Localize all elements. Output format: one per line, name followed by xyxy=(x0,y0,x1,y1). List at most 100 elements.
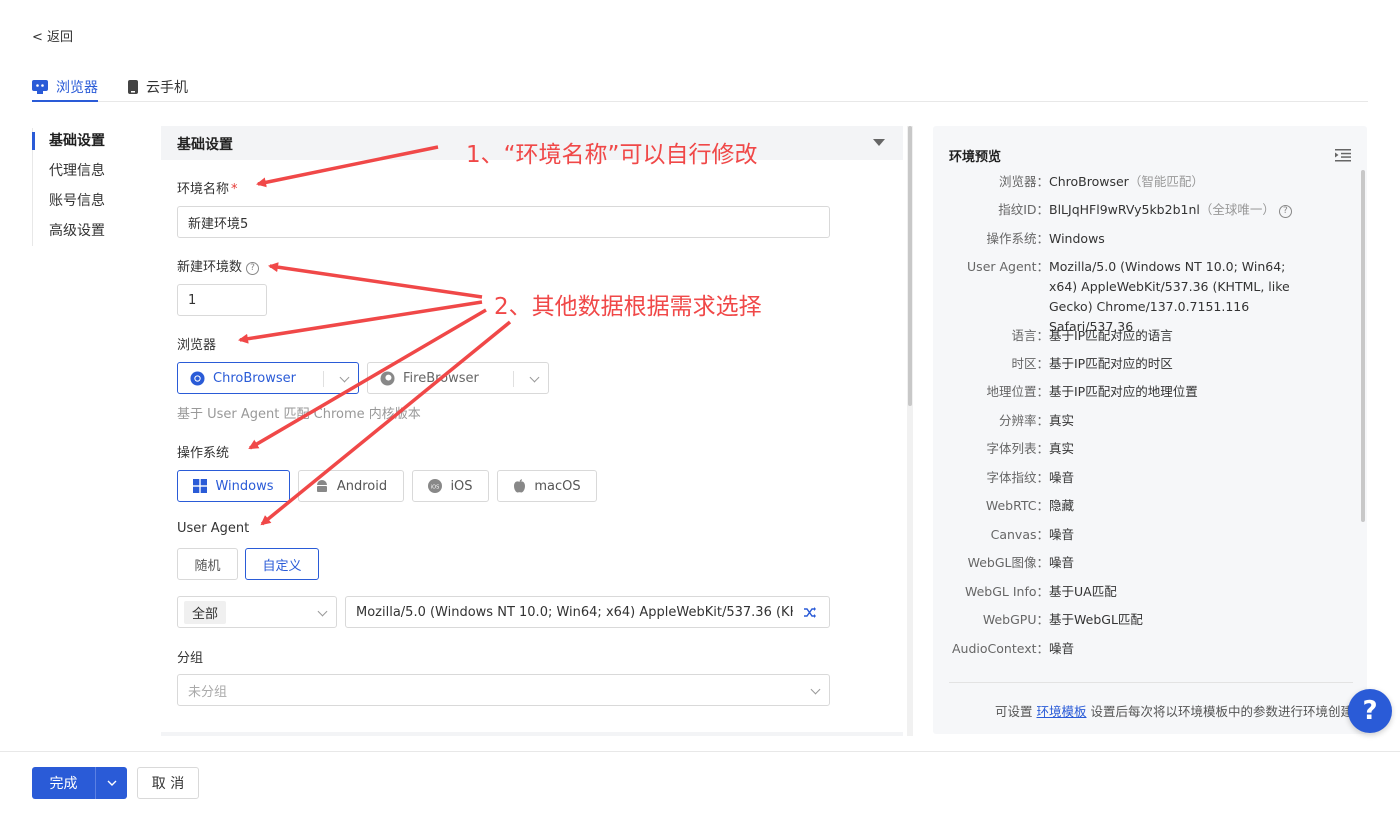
preview-value: 真实 xyxy=(1049,441,1075,456)
menu-indent-icon[interactable] xyxy=(1335,148,1351,162)
ua-string-input[interactable]: Mozilla/5.0 (Windows NT 10.0; Win64; x64… xyxy=(345,596,830,628)
chevron-down-icon[interactable] xyxy=(529,372,540,383)
os-windows-button[interactable]: Windows xyxy=(177,470,290,502)
cancel-button[interactable]: 取 消 xyxy=(137,767,199,799)
shuffle-icon[interactable] xyxy=(803,606,817,619)
windows-icon xyxy=(193,479,208,493)
env-preview-panel: 环境预览 浏览器： ChroBrowser（智能匹配） 指纹ID： BlLJqH… xyxy=(933,126,1367,734)
android-icon xyxy=(316,480,327,492)
help-circle-icon[interactable]: ? xyxy=(246,262,260,275)
os-macos-button[interactable]: macOS xyxy=(497,470,597,502)
browser-option-chrobrowser[interactable]: ChroBrowser xyxy=(177,362,359,394)
preview-key: WebGL Info： xyxy=(964,584,1049,599)
os-option-label: Windows xyxy=(215,478,274,494)
preview-key: 指纹ID： xyxy=(998,202,1049,217)
browser-hint: 基于 User Agent 匹配 Chrome 内核版本 xyxy=(177,407,421,422)
chevron-down-icon[interactable] xyxy=(317,606,328,617)
os-option-label: iOS xyxy=(450,478,473,494)
preview-value: ChroBrowser（智能匹配） xyxy=(1049,174,1204,189)
required-mark: * xyxy=(231,182,238,197)
env-name-input[interactable]: 新建环境5 xyxy=(177,206,830,238)
preview-key: 操作系统： xyxy=(986,231,1049,246)
ua-random-button[interactable]: 随机 xyxy=(177,548,238,580)
preview-key: WebRTC： xyxy=(985,498,1049,513)
preview-scrollbar[interactable] xyxy=(1361,170,1365,522)
nav-item-account[interactable]: 账号信息 xyxy=(33,188,105,218)
tab-browser[interactable]: 浏览器 xyxy=(32,72,98,102)
confirm-dropdown[interactable] xyxy=(95,767,127,799)
group-label: 分组 xyxy=(177,651,204,666)
preview-value: 噪音 xyxy=(1049,527,1075,542)
ua-filter-select[interactable]: 全部 xyxy=(177,596,337,628)
preview-value: 基于IP匹配对应的地理位置 xyxy=(1049,384,1198,399)
group-placeholder: 未分组 xyxy=(188,684,228,700)
preview-key: 地理位置： xyxy=(986,384,1049,399)
ua-filter-value: 全部 xyxy=(184,600,227,624)
chevron-down-icon[interactable] xyxy=(339,372,350,383)
help-circle-icon[interactable]: ? xyxy=(1278,205,1292,218)
action-bar: 完成 取 消 xyxy=(0,751,1400,821)
phone-icon xyxy=(128,80,138,94)
confirm-button-label: 完成 xyxy=(49,776,78,792)
os-option-label: Android xyxy=(336,478,388,494)
os-android-button[interactable]: Android xyxy=(298,470,404,502)
form-scrollbar[interactable] xyxy=(908,126,912,406)
browser-monitor-icon xyxy=(32,80,48,94)
preview-key: Canvas： xyxy=(990,527,1049,542)
env-count-input[interactable]: 1 xyxy=(177,284,267,316)
os-ios-button[interactable]: iOS iOS xyxy=(412,470,489,502)
preview-value: BlLJqHFl9wRVy5kb2b1nl（全球唯一）? xyxy=(1049,200,1349,220)
preview-key: 字体列表： xyxy=(986,441,1049,456)
tab-browser-label: 浏览器 xyxy=(56,80,98,96)
browser-option-label: FireBrowser xyxy=(403,370,479,386)
help-button[interactable]: ? xyxy=(1348,689,1392,733)
next-section-edge xyxy=(161,732,903,736)
os-label: 操作系统 xyxy=(177,446,230,461)
browser-option-firebrowser[interactable]: FireBrowser xyxy=(367,362,549,394)
svg-text:iOS: iOS xyxy=(431,485,440,491)
back-link[interactable]: < 返回 xyxy=(32,26,73,45)
browser-label: 浏览器 xyxy=(177,338,217,353)
preview-value: 基于IP匹配对应的语言 xyxy=(1049,328,1173,343)
env-template-link[interactable]: 环境模板 xyxy=(1037,704,1087,719)
chevron-down-icon[interactable] xyxy=(810,684,821,695)
nav-item-proxy[interactable]: 代理信息 xyxy=(33,158,105,188)
arrow-to-env-count xyxy=(268,262,483,299)
preview-key: 浏览器： xyxy=(998,174,1049,189)
env-count-label: 新建环境数? xyxy=(177,256,260,275)
preview-value: 噪音 xyxy=(1049,555,1075,570)
ua-custom-button[interactable]: 自定义 xyxy=(245,548,319,580)
section-nav: 基础设置 代理信息 账号信息 高级设置 xyxy=(32,128,105,246)
user-agent-label: User Agent xyxy=(177,521,250,536)
preview-key: WebGL图像： xyxy=(967,555,1049,570)
preview-value: 基于WebGL匹配 xyxy=(1049,612,1143,627)
divider xyxy=(323,371,324,387)
preview-value: 基于UA匹配 xyxy=(1049,584,1117,599)
collapse-caret-icon[interactable] xyxy=(873,139,885,146)
preview-value: 真实 xyxy=(1049,413,1075,428)
tab-cloud-phone[interactable]: 云手机 xyxy=(128,72,188,102)
preview-value: Windows xyxy=(1049,231,1105,246)
tab-cloud-phone-label: 云手机 xyxy=(146,80,188,96)
preview-value: 噪音 xyxy=(1049,641,1075,656)
group-select[interactable]: 未分组 xyxy=(177,674,830,706)
annotation-note-2: 2、其他数据根据需求选择 xyxy=(494,294,762,320)
section-title: 基础设置 xyxy=(177,137,233,153)
confirm-button[interactable]: 完成 xyxy=(32,767,127,799)
chevron-down-icon xyxy=(107,780,116,786)
divider xyxy=(513,371,514,387)
top-tabs: 浏览器 云手机 xyxy=(32,62,1368,102)
os-option-label: macOS xyxy=(534,478,581,494)
preview-value: Mozilla/5.0 (Windows NT 10.0; Win64; x64… xyxy=(1049,259,1290,334)
nav-item-advanced[interactable]: 高级设置 xyxy=(33,218,105,248)
annotation-note-1: 1、“环境名称”可以自行修改 xyxy=(466,142,758,168)
firefox-icon xyxy=(380,370,395,386)
arrow-to-browser xyxy=(238,300,483,344)
ua-string-value: Mozilla/5.0 (Windows NT 10.0; Win64; x64… xyxy=(356,604,793,620)
preview-key: AudioContext： xyxy=(952,641,1049,656)
nav-item-basic[interactable]: 基础设置 xyxy=(32,128,105,158)
preview-key: WebGPU： xyxy=(982,612,1049,627)
preview-value: 隐藏 xyxy=(1049,498,1075,513)
apple-icon xyxy=(514,479,526,493)
ios-icon: iOS xyxy=(428,479,443,493)
